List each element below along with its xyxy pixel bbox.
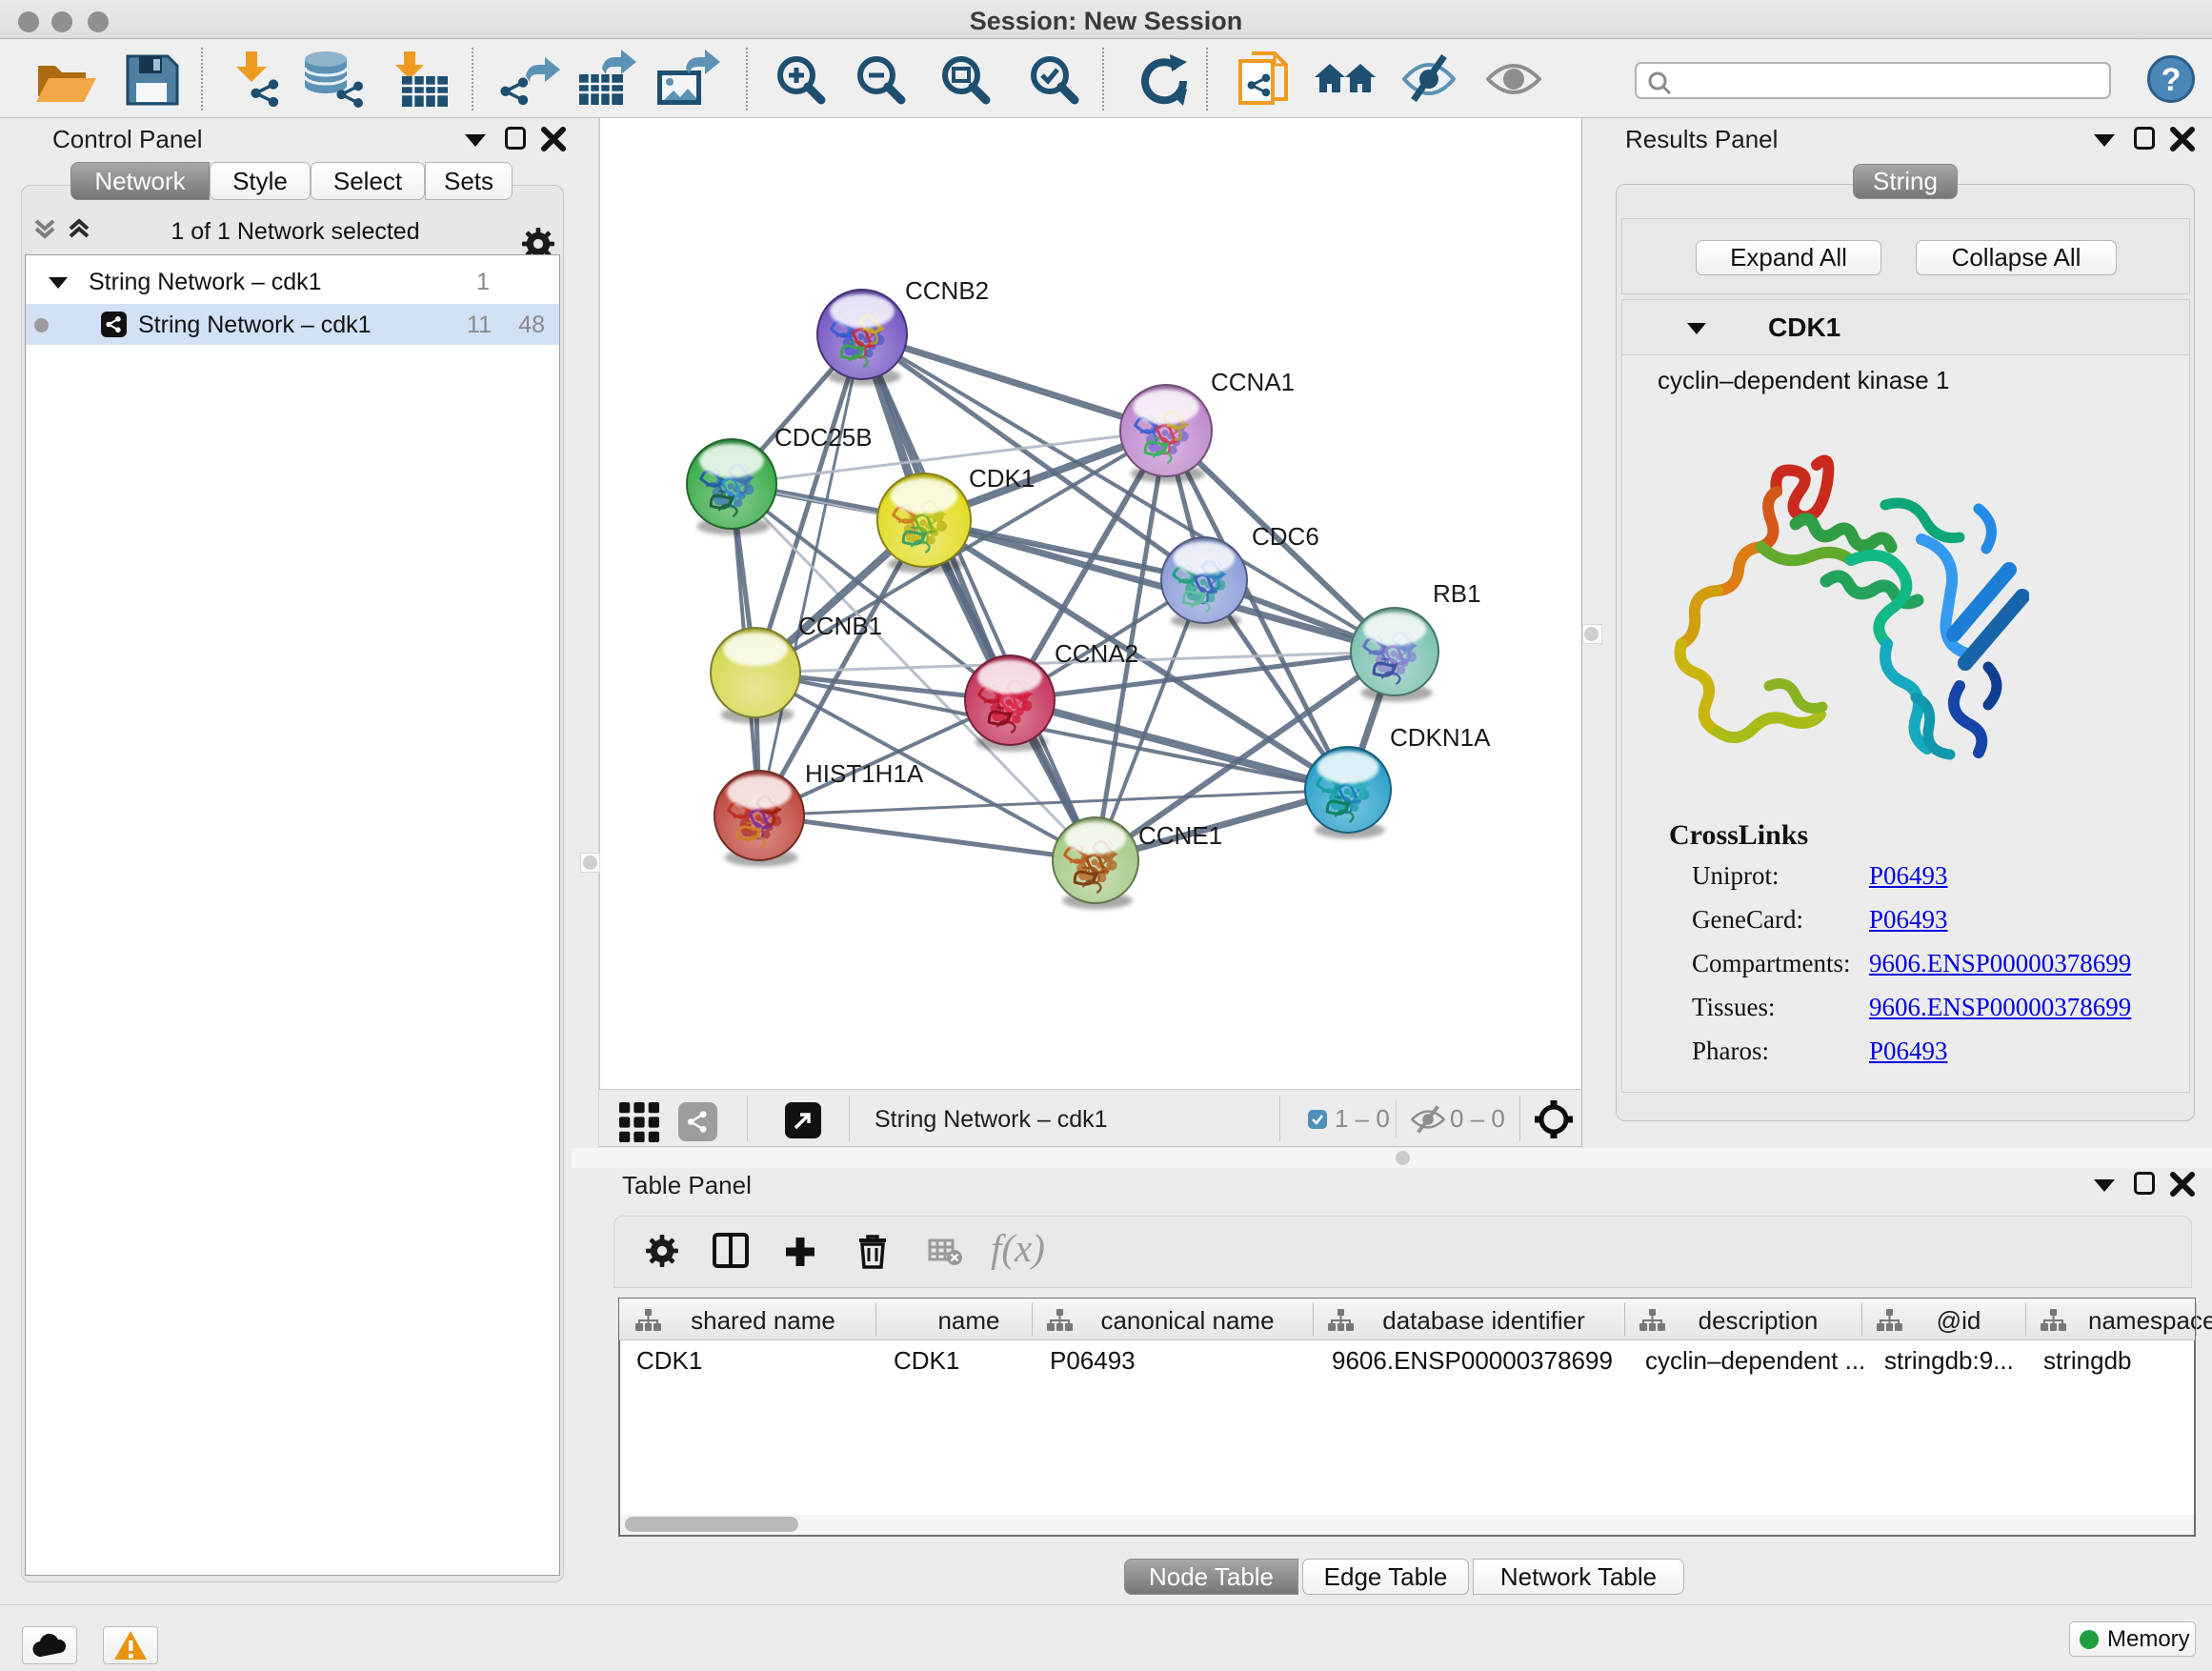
svg-text:CDKN1A: CDKN1A (1390, 723, 1491, 752)
svg-text:CDC6: CDC6 (1252, 522, 1319, 551)
svg-text:CCNB2: CCNB2 (905, 276, 989, 305)
svg-text:HIST1H1A: HIST1H1A (805, 759, 924, 788)
svg-text:CCNE1: CCNE1 (1138, 821, 1222, 850)
svg-text:RB1: RB1 (1433, 579, 1481, 608)
svg-text:CCNA2: CCNA2 (1055, 639, 1138, 668)
svg-text:CDK1: CDK1 (969, 464, 1035, 493)
svg-text:CCNA1: CCNA1 (1211, 368, 1295, 396)
svg-text:CCNB1: CCNB1 (798, 612, 882, 640)
svg-text:CDC25B: CDC25B (774, 423, 873, 452)
